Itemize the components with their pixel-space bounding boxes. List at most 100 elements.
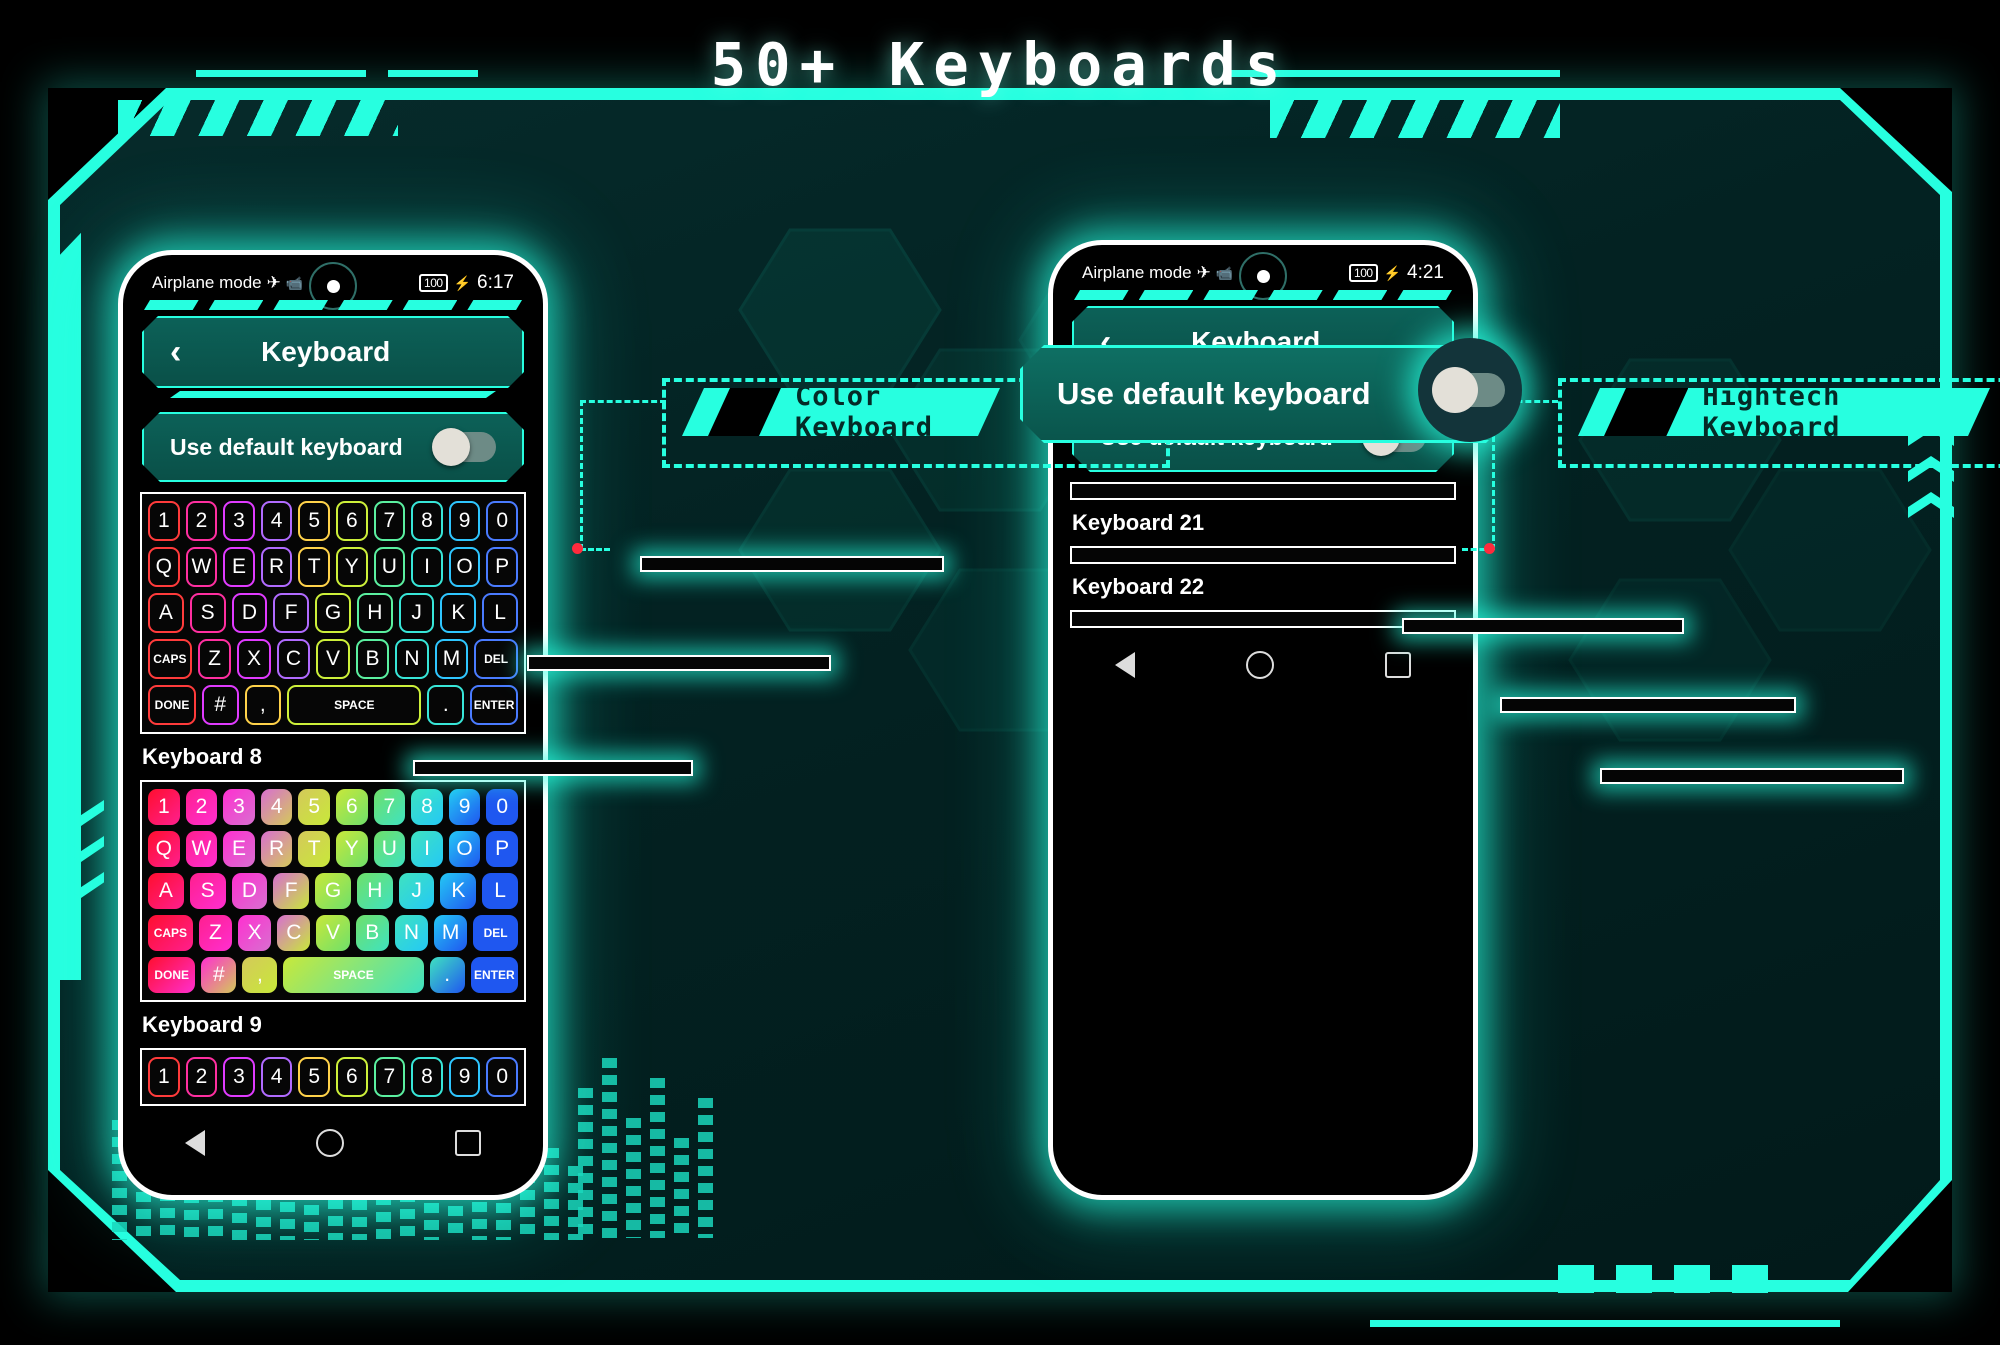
key-0[interactable]: 0 bbox=[486, 789, 518, 825]
key-e[interactable]: E bbox=[223, 547, 255, 587]
key-p[interactable]: P bbox=[486, 547, 518, 587]
key-s[interactable]: S bbox=[189, 593, 226, 633]
use-default-keyboard-row[interactable]: Use default keyboard bbox=[142, 412, 524, 482]
key-2[interactable]: 2 bbox=[185, 501, 218, 541]
key-8[interactable]: 8 bbox=[411, 1057, 443, 1097]
key-enter[interactable]: ENTER bbox=[470, 957, 518, 993]
key-[interactable]: # bbox=[201, 685, 239, 725]
key-i[interactable]: I bbox=[411, 547, 443, 587]
key-t[interactable]: T bbox=[298, 547, 330, 587]
key-x[interactable]: X bbox=[237, 639, 271, 679]
key-m[interactable]: M bbox=[434, 915, 468, 951]
key-del[interactable]: DEL bbox=[474, 639, 518, 679]
keyboard-preview-22[interactable] bbox=[1070, 546, 1456, 564]
key-g[interactable]: G bbox=[315, 873, 351, 909]
key-u[interactable]: U bbox=[373, 547, 406, 587]
key-b[interactable]: B bbox=[355, 915, 389, 951]
key-3[interactable]: 3 bbox=[223, 1057, 255, 1097]
key-7[interactable]: 7 bbox=[373, 1057, 406, 1097]
magnified-toggle-circle[interactable] bbox=[1418, 338, 1522, 442]
key-z[interactable]: Z bbox=[197, 639, 232, 679]
key-n[interactable]: N bbox=[394, 915, 429, 951]
magnified-toggle[interactable] bbox=[1432, 367, 1505, 413]
key-q[interactable]: Q bbox=[148, 831, 180, 867]
key-9[interactable]: 9 bbox=[448, 789, 481, 825]
key-w[interactable]: W bbox=[185, 547, 218, 587]
floating-keyboard-2[interactable] bbox=[527, 655, 831, 671]
key-a[interactable]: A bbox=[147, 593, 184, 633]
nav-recents-icon[interactable] bbox=[454, 1130, 481, 1156]
key-[interactable]: . bbox=[429, 957, 465, 993]
key-4[interactable]: 4 bbox=[260, 501, 293, 541]
key-m[interactable]: M bbox=[434, 639, 469, 679]
keyboard-preview-8[interactable]: 1 2 3 4 5 6 7 8 9 0 Q W E R T Y U I O P A S D F G H J K L CAPS Z X C V B N M… bbox=[140, 492, 526, 734]
key-z[interactable]: Z bbox=[198, 915, 232, 951]
key-u[interactable]: U bbox=[373, 831, 406, 867]
key-d[interactable]: D bbox=[231, 593, 268, 633]
key-caps[interactable]: CAPS bbox=[148, 639, 192, 679]
keyboard-preview-partial-left[interactable]: 1 2 3 4 5 6 7 8 9 0 bbox=[140, 1048, 526, 1106]
key-1[interactable]: 1 bbox=[148, 1057, 180, 1097]
nav-recents-icon[interactable] bbox=[1384, 652, 1411, 678]
key-h[interactable]: H bbox=[356, 873, 393, 909]
key-9[interactable]: 9 bbox=[448, 501, 481, 541]
keyboard-preview-21[interactable] bbox=[1070, 482, 1456, 500]
key-5[interactable]: 5 bbox=[298, 501, 330, 541]
key-9[interactable]: 9 bbox=[448, 1057, 481, 1097]
key-done[interactable]: DONE bbox=[148, 685, 196, 725]
key-[interactable]: , bbox=[244, 685, 282, 725]
key-1[interactable]: 1 bbox=[148, 789, 180, 825]
key-6[interactable]: 6 bbox=[336, 501, 368, 541]
key-s[interactable]: S bbox=[189, 873, 226, 909]
key-4[interactable]: 4 bbox=[260, 1057, 293, 1097]
key-c[interactable]: C bbox=[276, 639, 311, 679]
key-enter[interactable]: ENTER bbox=[470, 685, 519, 725]
key-f[interactable]: F bbox=[273, 593, 310, 633]
key-del[interactable]: DEL bbox=[473, 915, 519, 951]
key-[interactable]: , bbox=[242, 957, 278, 993]
key-4[interactable]: 4 bbox=[260, 789, 293, 825]
key-a[interactable]: A bbox=[147, 873, 184, 909]
key-c[interactable]: C bbox=[277, 915, 311, 951]
key-6[interactable]: 6 bbox=[336, 789, 368, 825]
key-g[interactable]: G bbox=[315, 593, 351, 633]
key-b[interactable]: B bbox=[355, 639, 390, 679]
floating-keyboard-3[interactable] bbox=[413, 760, 693, 776]
floating-keyboard-6[interactable] bbox=[1600, 768, 1904, 784]
key-y[interactable]: Y bbox=[336, 547, 368, 587]
nav-back-icon[interactable] bbox=[185, 1130, 206, 1156]
key-o[interactable]: O bbox=[448, 547, 481, 587]
nav-home-icon[interactable] bbox=[315, 1129, 344, 1157]
key-n[interactable]: N bbox=[395, 639, 429, 679]
key-i[interactable]: I bbox=[411, 831, 443, 867]
key-t[interactable]: T bbox=[298, 831, 330, 867]
key-l[interactable]: L bbox=[482, 593, 519, 633]
floating-keyboard-5[interactable] bbox=[1500, 697, 1796, 713]
key-3[interactable]: 3 bbox=[223, 789, 255, 825]
key-0[interactable]: 0 bbox=[486, 501, 518, 541]
key-space[interactable]: SPACE bbox=[287, 685, 422, 725]
key-r[interactable]: R bbox=[260, 547, 293, 587]
key-space[interactable]: SPACE bbox=[283, 957, 424, 993]
key-f[interactable]: F bbox=[273, 873, 310, 909]
key-5[interactable]: 5 bbox=[298, 789, 330, 825]
key-1[interactable]: 1 bbox=[148, 501, 180, 541]
key-d[interactable]: D bbox=[231, 873, 268, 909]
key-p[interactable]: P bbox=[486, 831, 518, 867]
key-x[interactable]: X bbox=[238, 915, 272, 951]
key-[interactable]: # bbox=[201, 957, 237, 993]
key-k[interactable]: K bbox=[440, 593, 477, 633]
use-default-keyboard-toggle[interactable] bbox=[434, 432, 496, 462]
key-7[interactable]: 7 bbox=[373, 501, 406, 541]
nav-back-icon[interactable] bbox=[1115, 652, 1136, 678]
key-w[interactable]: W bbox=[185, 831, 218, 867]
floating-keyboard-4[interactable] bbox=[1402, 618, 1684, 634]
key-done[interactable]: DONE bbox=[148, 957, 196, 993]
key-e[interactable]: E bbox=[223, 831, 255, 867]
keyboard-preview-9[interactable]: 1 2 3 4 5 6 7 8 9 0 Q W E R T Y U I O P A S D F G H J K L CAPS Z X C V B N M… bbox=[140, 780, 526, 1002]
key-8[interactable]: 8 bbox=[411, 789, 443, 825]
key-k[interactable]: K bbox=[440, 873, 477, 909]
key-h[interactable]: H bbox=[356, 593, 393, 633]
keyboard-preview-partial-right[interactable] bbox=[1070, 610, 1456, 628]
key-v[interactable]: V bbox=[316, 639, 350, 679]
